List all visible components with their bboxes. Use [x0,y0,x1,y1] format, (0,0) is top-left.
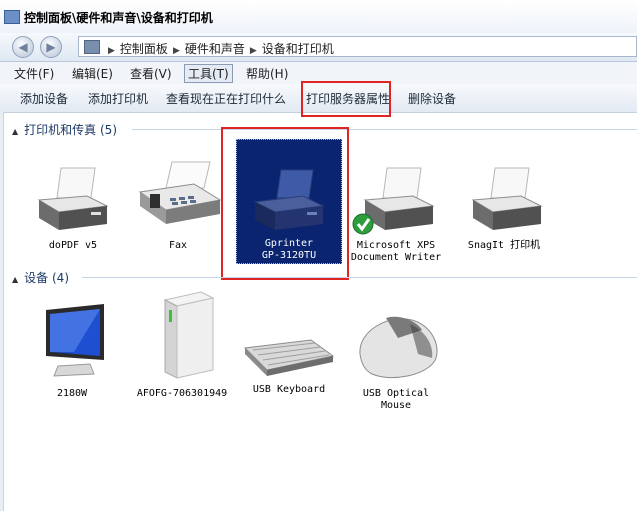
printer-item-dopdf[interactable]: doPDF v5 [18,160,128,252]
title-bar: 控制面板\硬件和声音\设备和打印机 [0,0,637,34]
device-item-computer[interactable]: AFOFG-706301949 [132,290,232,400]
computer-tower-icon [163,291,215,379]
collapse-arrow-icon: ▲ [12,275,19,284]
keyboard-icon [243,339,335,376]
printer-icon [37,167,109,230]
menu-file[interactable]: 文件(F) [14,65,54,82]
menu-edit[interactable]: 编辑(E) [72,65,113,82]
highlight-box-gprinter [221,127,349,280]
forward-button[interactable]: ▶ [40,36,62,58]
default-check-icon [352,213,374,235]
chevron-right-icon: ▶ [249,46,257,56]
group-title-printers: 打印机和传真 [24,123,97,137]
device-label-line1: USB Keyboard [252,384,326,395]
add-printer-button[interactable]: 添加打印机 [88,90,148,107]
group-count-devices: (4) [52,271,69,285]
group-divider-printers [132,129,637,130]
device-label-line2: Mouse [380,400,412,411]
navigation-pane-edge [0,112,4,511]
fax-icon [138,161,222,224]
address-bar[interactable]: ▶ 控制面板 ▶ 硬件和声音 ▶ 设备和打印机 [78,36,637,57]
control-panel-icon [4,10,20,24]
group-divider-devices [82,277,637,278]
see-printing-button[interactable]: 查看现在正在打印什么 [166,90,286,107]
group-count-printers: (5) [100,123,117,137]
group-header-printers[interactable]: ▲ 打印机和传真 (5) [12,121,117,138]
window-title: 控制面板\硬件和声音\设备和打印机 [24,11,213,25]
collapse-arrow-icon: ▲ [12,127,19,136]
printer-item-snagit[interactable]: SnagIt 打印机 [452,160,556,252]
printer-item-fax[interactable]: Fax [128,158,228,252]
highlight-box-print-server [301,81,391,117]
breadcrumb-devices-printers[interactable]: 设备和打印机 [262,42,334,56]
remove-device-button[interactable]: 删除设备 [408,90,456,107]
device-item-monitor[interactable]: 2180W [28,300,116,400]
printer-label-line1: SnagIt 打印机 [467,240,541,251]
device-label-line1: 2180W [56,388,88,399]
device-item-mouse[interactable]: USB Optical Mouse [348,310,444,412]
breadcrumb-hardware-sound[interactable]: 硬件和声音 [185,42,245,56]
breadcrumb: ▶ 控制面板 ▶ 硬件和声音 ▶ 设备和打印机 [103,40,334,57]
printer-icon [352,167,435,235]
printer-label-line1: doPDF v5 [48,240,98,251]
device-label-line1: AFOFG-706301949 [136,388,228,399]
mouse-icon [359,316,438,379]
device-item-keyboard[interactable]: USB Keyboard [240,336,338,396]
menu-tools[interactable]: 工具(T) [184,64,233,83]
printer-item-xps[interactable]: Microsoft XPS Document Writer [348,160,444,264]
add-device-button[interactable]: 添加设备 [20,90,68,107]
group-header-devices[interactable]: ▲ 设备 (4) [12,269,69,286]
printer-folder-icon [84,40,100,54]
printer-icon [471,167,543,230]
chevron-right-icon: ▶ [172,46,180,56]
navigation-bar: ◀ ▶ ▶ 控制面板 ▶ 硬件和声音 ▶ 设备和打印机 [0,33,637,62]
device-label-line1: USB Optical [362,388,430,399]
menu-help[interactable]: 帮助(H) [246,65,288,82]
printer-label-line1: Fax [168,240,188,251]
breadcrumb-control-panel[interactable]: 控制面板 [120,42,168,56]
back-button[interactable]: ◀ [12,36,34,58]
monitor-icon [46,304,104,377]
chevron-right-icon: ▶ [108,46,115,56]
printer-label-line2: Document Writer [350,252,442,263]
group-title-devices: 设备 [24,271,49,285]
printer-label-line1: Microsoft XPS [356,240,436,251]
menu-view[interactable]: 查看(V) [130,65,172,82]
